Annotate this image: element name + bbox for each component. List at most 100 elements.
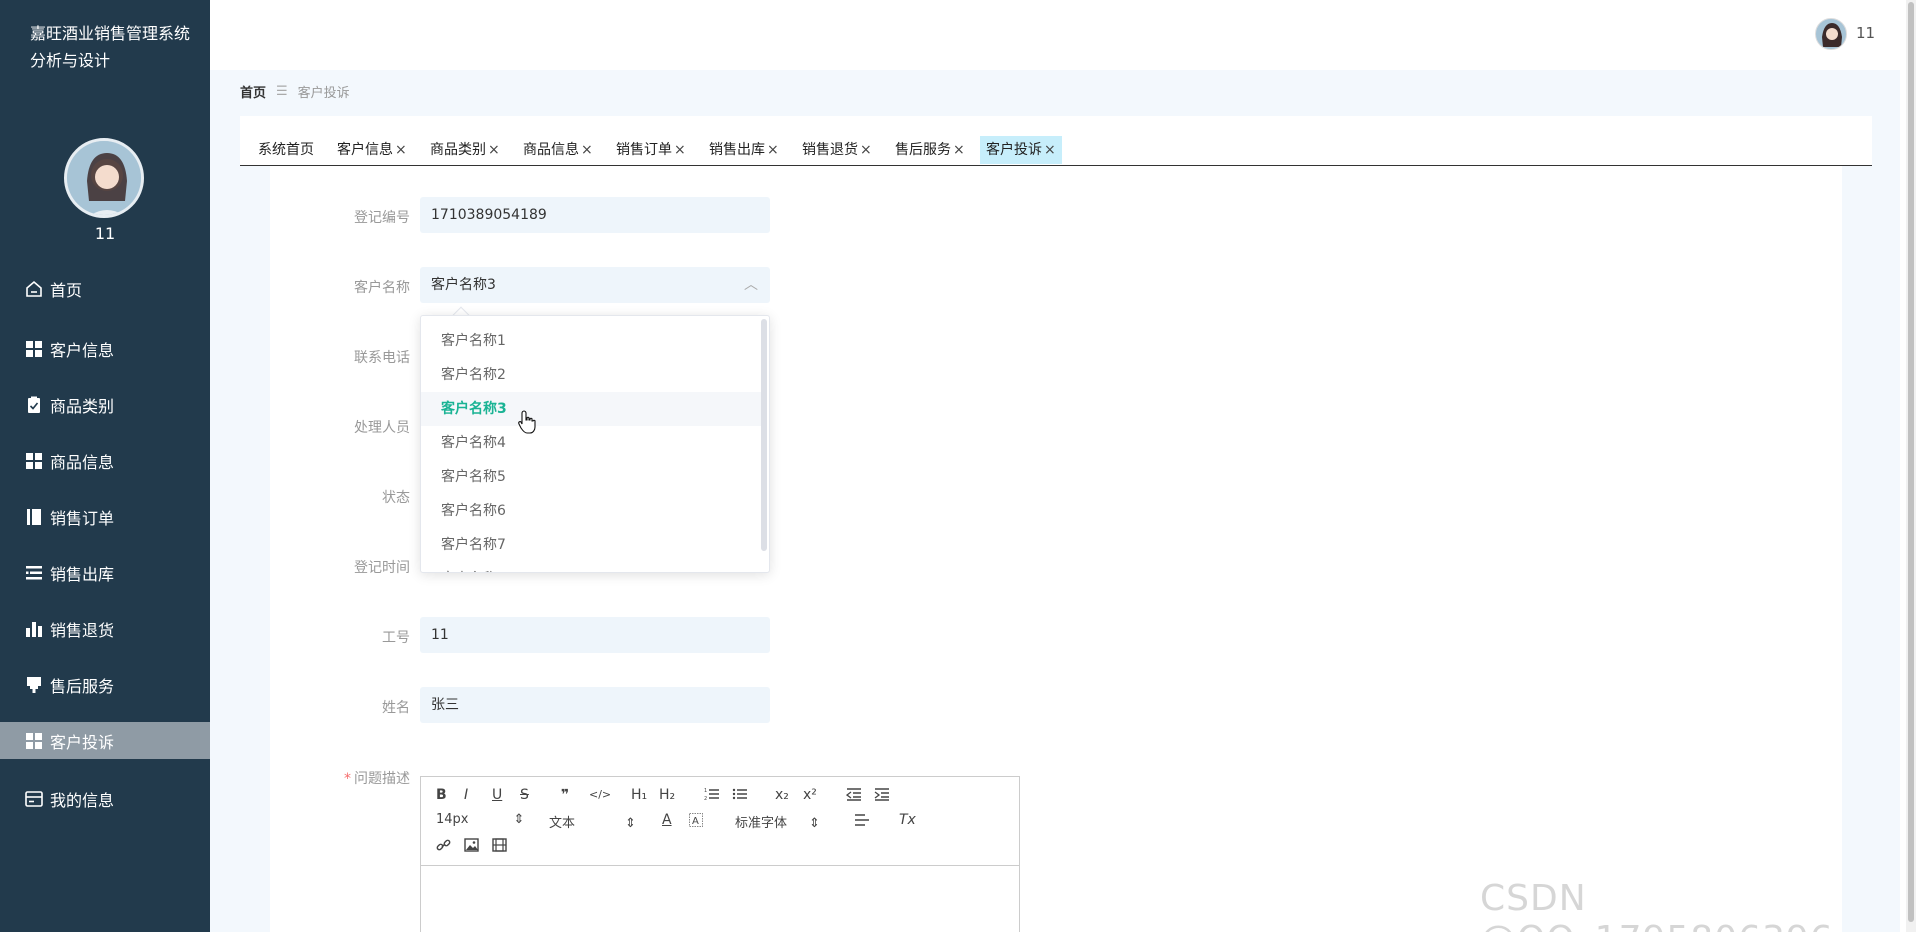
close-icon[interactable]: ×: [581, 142, 593, 158]
reg-no-field[interactable]: 1710389054189: [420, 197, 770, 233]
sidebar-item-label: 客户投诉: [50, 732, 115, 752]
select-arrows-icon: ⇕: [513, 812, 525, 827]
blockquote-button[interactable]: ❞: [561, 787, 569, 803]
tab-sales-outbound[interactable]: 销售出库 ×: [703, 136, 785, 164]
h1-button[interactable]: H₁: [631, 787, 647, 803]
page-scrollbar[interactable]: [1906, 0, 1916, 932]
dropdown-option[interactable]: 客户名称1: [421, 324, 761, 358]
strike-button[interactable]: S: [520, 787, 529, 803]
dropdown-option[interactable]: 客户名称8: [421, 562, 761, 572]
close-icon[interactable]: ×: [860, 142, 872, 158]
clear-format-button[interactable]: Tx: [899, 812, 916, 828]
tab-sales-return[interactable]: 销售退货 ×: [796, 136, 878, 164]
breadcrumb-home[interactable]: 首页: [240, 82, 266, 101]
handler-label: 处理人员: [354, 420, 410, 436]
grid-icon: [24, 731, 44, 751]
customer-select-value: 客户名称3: [431, 277, 496, 293]
close-icon[interactable]: ×: [395, 142, 407, 158]
background-color-icon[interactable]: A: [689, 813, 703, 831]
h2-button[interactable]: H₂: [659, 787, 675, 803]
sidebar-item-sales-return[interactable]: 销售退货: [0, 610, 210, 647]
font-color-button[interactable]: A: [662, 812, 672, 828]
sidebar-item-home[interactable]: 首页: [0, 270, 210, 307]
dropdown-option[interactable]: 客户名称5: [421, 460, 761, 494]
sidebar-item-my-info[interactable]: 我的信息: [0, 780, 210, 817]
outdent-icon[interactable]: [845, 787, 862, 805]
customer-select[interactable]: 客户名称3 ︿: [420, 267, 770, 303]
tab-label: 商品类别: [430, 142, 486, 158]
close-icon[interactable]: ×: [674, 142, 686, 158]
rich-text-editor[interactable]: B I U S ❞ </> H₁ H₂ 12 x₂ x² 14px ⇕ 文本 ⇕ A…: [420, 776, 1020, 932]
phone-label: 联系电话: [354, 350, 410, 366]
sidebar-item-customer-info[interactable]: 客户信息: [0, 330, 210, 367]
dropdown-scrollbar[interactable]: [761, 319, 767, 551]
breadcrumb-current: 客户投诉: [297, 86, 350, 101]
scrollbar-thumb[interactable]: [1908, 2, 1914, 922]
dropdown-option[interactable]: 客户名称4: [421, 426, 761, 460]
tab-product-info[interactable]: 商品信息 ×: [517, 136, 599, 164]
tab-label: 客户投诉: [986, 142, 1042, 158]
tab-product-category[interactable]: 商品类别 ×: [424, 136, 506, 164]
close-icon[interactable]: ×: [488, 142, 500, 158]
sidebar-item-after-sales[interactable]: 售后服务: [0, 666, 210, 703]
bullet-list-icon[interactable]: [732, 787, 748, 805]
dropdown-option-selected[interactable]: 客户名称3: [421, 392, 761, 426]
tab-system-home[interactable]: 系统首页: [252, 136, 320, 164]
superscript-button[interactable]: x²: [803, 787, 817, 803]
italic-button[interactable]: I: [464, 787, 468, 803]
header-select[interactable]: 文本 ⇕: [549, 812, 636, 831]
tab-label: 售后服务: [895, 142, 951, 158]
dropdown-option[interactable]: 客户名称6: [421, 494, 761, 528]
dropdown-option[interactable]: 客户名称7: [421, 528, 761, 562]
header-username[interactable]: 11: [1856, 24, 1875, 42]
font-family-select[interactable]: 标准字体 ⇕: [735, 812, 820, 831]
sidebar-item-product-info[interactable]: 商品信息: [0, 442, 210, 479]
close-icon[interactable]: ×: [1044, 142, 1056, 158]
emp-no-field[interactable]: 11: [420, 617, 770, 653]
grid-icon: [24, 339, 44, 359]
align-icon[interactable]: [854, 813, 870, 831]
sidebar-item-customer-complaint[interactable]: 客户投诉: [0, 722, 210, 759]
tab-customer-info[interactable]: 客户信息 ×: [331, 136, 413, 164]
home-icon: [24, 279, 44, 299]
font-size-value: 14px: [436, 812, 469, 827]
tab-customer-complaint[interactable]: 客户投诉 ×: [980, 136, 1062, 164]
top-header: [210, 0, 1900, 70]
sidebar-item-sales-outbound[interactable]: 销售出库: [0, 554, 210, 591]
name-field[interactable]: 张三: [420, 687, 770, 723]
video-icon[interactable]: [492, 838, 507, 856]
sidebar-item-label: 售后服务: [50, 676, 115, 696]
font-size-select[interactable]: 14px ⇕: [436, 812, 524, 827]
sidebar-item-label: 销售订单: [50, 508, 115, 528]
editor-toolbar: B I U S ❞ </> H₁ H₂ 12 x₂ x² 14px ⇕ 文本 ⇕ A…: [421, 777, 1019, 866]
sidebar-item-label: 商品类别: [50, 396, 115, 416]
header-avatar[interactable]: [1815, 18, 1847, 50]
code-block-button[interactable]: </>: [589, 788, 611, 801]
dropdown-option[interactable]: 客户名称2: [421, 358, 761, 392]
image-icon[interactable]: [464, 838, 479, 856]
sidebar-item-sales-order[interactable]: 销售订单: [0, 498, 210, 535]
grid-icon: [24, 451, 44, 471]
link-icon[interactable]: [436, 838, 451, 857]
svg-text:2: 2: [704, 796, 707, 801]
app-title: 嘉旺酒业销售管理系统分析与设计: [30, 24, 191, 70]
sidebar-username: 11: [94, 224, 116, 243]
tab-label: 销售订单: [616, 142, 672, 158]
subscript-button[interactable]: x₂: [775, 787, 789, 803]
tab-sales-order[interactable]: 销售订单 ×: [610, 136, 692, 164]
indent-icon[interactable]: [874, 787, 890, 805]
reg-no-label: 登记编号: [354, 210, 410, 226]
sidebar-item-product-category[interactable]: 商品类别: [0, 386, 210, 423]
bold-button[interactable]: B: [436, 787, 447, 803]
tab-after-sales[interactable]: 售后服务 ×: [889, 136, 971, 164]
close-icon[interactable]: ×: [767, 142, 779, 158]
underline-button[interactable]: U: [492, 787, 502, 803]
desc-label: * 问题描述: [270, 768, 410, 788]
close-icon[interactable]: ×: [953, 142, 965, 158]
hand-cursor-icon: [518, 410, 536, 434]
svg-text:A: A: [692, 816, 699, 827]
emp-no-label: 工号: [382, 630, 410, 646]
tab-bar: 系统首页 客户信息 × 商品类别 × 商品信息 × 销售订单 × 销售出库 × 销售退货 ×…: [240, 116, 1872, 166]
ordered-list-icon[interactable]: 12: [704, 787, 720, 805]
bar-chart-icon: [24, 619, 44, 639]
